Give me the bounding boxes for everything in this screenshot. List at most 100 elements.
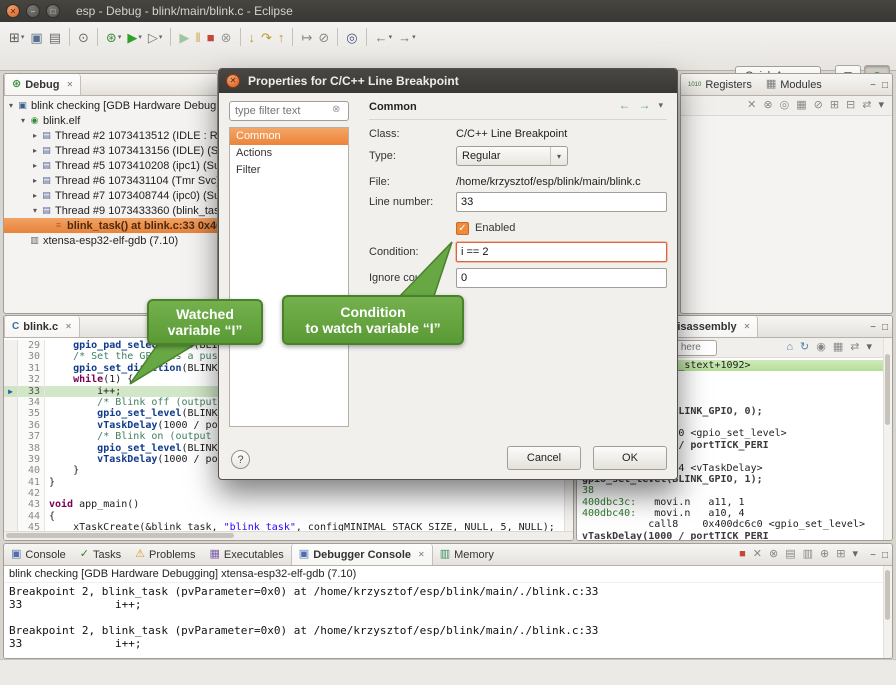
expand-arrow-icon[interactable]: ▸ bbox=[30, 131, 40, 140]
tab-tasks[interactable]: ✓Tasks bbox=[73, 544, 128, 565]
instruction-stepping-button[interactable]: ↦ bbox=[298, 29, 315, 46]
field-condition-input[interactable] bbox=[456, 242, 667, 262]
search-button[interactable]: ◎ bbox=[343, 29, 360, 46]
window-minimize-button[interactable]: − bbox=[26, 4, 40, 18]
ok-button[interactable]: OK bbox=[593, 446, 667, 470]
menu-icon[interactable]: ▾ bbox=[878, 100, 884, 111]
field-enabled-checkbox[interactable]: ✓ bbox=[456, 222, 469, 235]
save-button[interactable]: ▣ bbox=[27, 29, 45, 46]
field-type-dropdown[interactable]: Regular▾ bbox=[456, 146, 568, 166]
new-wizard-button[interactable]: ⊞▾ bbox=[6, 29, 27, 46]
window-maximize-button[interactable]: □ bbox=[46, 4, 60, 18]
pin-icon[interactable]: ⊕ bbox=[820, 549, 829, 560]
minimize-view-icon[interactable]: − bbox=[870, 322, 876, 333]
collapse-all-icon[interactable]: ⊟ bbox=[846, 100, 855, 111]
close-icon[interactable]: ✕ bbox=[66, 80, 73, 89]
debug-tree-item[interactable]: ▾▤Thread #9 1073433360 (blink_task bbox=[4, 203, 217, 218]
dialog-nav-actions[interactable]: Actions bbox=[230, 145, 348, 162]
resume-button[interactable]: ▶ bbox=[176, 29, 192, 46]
disassembly-vscrollbar[interactable] bbox=[883, 338, 892, 540]
debug-tree-item[interactable]: ▥xtensa-esp32-elf-gdb (7.10) bbox=[4, 233, 217, 248]
collapse-arrow-icon[interactable]: ▾ bbox=[6, 101, 16, 110]
minimize-view-icon[interactable]: − bbox=[870, 550, 876, 561]
debug-tree-item[interactable]: ▸▤Thread #3 1073413156 (IDLE) (Susp bbox=[4, 143, 217, 158]
disconnect-button[interactable]: ⊗ bbox=[218, 29, 235, 46]
terminate-button[interactable]: ■ bbox=[204, 29, 218, 46]
collapse-arrow-icon[interactable]: ▾ bbox=[18, 116, 28, 125]
window-close-button[interactable]: ✕ bbox=[6, 4, 20, 18]
editor-hscrollbar[interactable] bbox=[4, 531, 573, 540]
close-icon[interactable]: ✕ bbox=[65, 322, 72, 331]
home-icon[interactable]: ⌂ bbox=[786, 342, 793, 353]
console-vscrollbar[interactable] bbox=[883, 566, 892, 658]
tab-registers[interactable]: 1010Registers bbox=[681, 74, 759, 95]
opcodes-icon[interactable]: ▦ bbox=[833, 342, 843, 353]
filter-input[interactable] bbox=[229, 101, 349, 121]
maximize-view-icon[interactable]: □ bbox=[882, 550, 888, 561]
collapse-arrow-icon[interactable]: ▾ bbox=[30, 206, 40, 215]
goto-file-icon[interactable]: ▦ bbox=[796, 100, 806, 111]
debug-tree-item[interactable]: ▾◉blink.elf bbox=[4, 113, 217, 128]
refresh-icon[interactable]: ↻ bbox=[800, 342, 809, 353]
tab-blink-c[interactable]: C blink.c ✕ bbox=[4, 316, 80, 337]
field-line-number-input[interactable] bbox=[456, 192, 667, 212]
scroll-lock-icon[interactable]: ▥ bbox=[803, 549, 813, 560]
tab-executables[interactable]: ▦Executables bbox=[202, 544, 290, 565]
forward-button[interactable]: →▾ bbox=[395, 29, 419, 46]
dialog-nav-common[interactable]: Common bbox=[230, 128, 348, 145]
external-tools-button[interactable]: ▷▾ bbox=[145, 29, 166, 46]
close-icon[interactable]: ✕ bbox=[418, 550, 425, 559]
dialog-close-button[interactable]: ✕ bbox=[226, 74, 240, 88]
field-ignore-count-input[interactable] bbox=[456, 268, 667, 288]
tab-modules[interactable]: ▦Modules bbox=[759, 74, 829, 95]
lock-icon[interactable]: ◉ bbox=[816, 342, 826, 353]
step-return-button[interactable]: ↑ bbox=[275, 29, 288, 46]
skip-all-icon[interactable]: ⊘ bbox=[814, 100, 823, 111]
step-over-button[interactable]: ↷ bbox=[258, 29, 275, 46]
tab-problems[interactable]: ⚠Problems bbox=[128, 544, 202, 565]
debug-tree-item[interactable]: ≡blink_task() at blink.c:33 0x400db bbox=[4, 218, 217, 233]
suspend-button[interactable]: ‖ bbox=[192, 29, 203, 46]
sync-icon[interactable]: ⇄ bbox=[850, 342, 859, 353]
minimize-view-icon[interactable]: − bbox=[870, 80, 876, 91]
debug-button[interactable]: ⊛▾ bbox=[103, 29, 124, 46]
debug-tree-item[interactable]: ▸▤Thread #6 1073431104 (Tmr Svc) (S bbox=[4, 173, 217, 188]
menu-icon[interactable]: ▾ bbox=[866, 342, 872, 353]
debug-tree-item[interactable]: ▸▤Thread #2 1073413512 (IDLE : Runn bbox=[4, 128, 217, 143]
remove-all-icon[interactable]: ⊗ bbox=[763, 100, 772, 111]
link-icon[interactable]: ⇄ bbox=[862, 100, 871, 111]
window-titlebar[interactable]: ✕ − □ esp - Debug - blink/main/blink.c -… bbox=[0, 0, 896, 22]
terminate-icon[interactable]: ■ bbox=[739, 549, 746, 560]
console-output[interactable]: Breakpoint 2, blink_task (pvParameter=0x… bbox=[4, 583, 884, 658]
step-into-button[interactable]: ↓ bbox=[246, 29, 259, 46]
remove-icon[interactable]: ✕ bbox=[753, 549, 762, 560]
open-console-icon[interactable]: ⊞ bbox=[836, 549, 845, 560]
expand-arrow-icon[interactable]: ▸ bbox=[30, 146, 40, 155]
show-matching-icon[interactable]: ◎ bbox=[780, 100, 790, 111]
tab-memory[interactable]: ▥Memory bbox=[433, 544, 501, 565]
close-icon[interactable]: ✕ bbox=[744, 322, 751, 331]
back-button[interactable]: ←▾ bbox=[372, 29, 396, 46]
expand-all-icon[interactable]: ⊞ bbox=[830, 100, 839, 111]
chevron-down-icon[interactable]: ▾ bbox=[550, 147, 567, 165]
maximize-view-icon[interactable]: □ bbox=[882, 80, 888, 91]
expand-arrow-icon[interactable]: ▸ bbox=[30, 191, 40, 200]
run-button[interactable]: ▶▾ bbox=[124, 29, 145, 46]
maximize-view-icon[interactable]: □ bbox=[882, 322, 888, 333]
tab-debug[interactable]: ⊛ Debug ✕ bbox=[4, 74, 81, 95]
debug-tree-item[interactable]: ▾▣blink checking [GDB Hardware Debug bbox=[4, 98, 217, 113]
remove-all-icon[interactable]: ⊗ bbox=[769, 549, 778, 560]
tab-console[interactable]: ▣Console bbox=[4, 544, 73, 565]
skip-breakpoints-button[interactable]: ⊘ bbox=[315, 29, 332, 46]
tab-debugger-console[interactable]: ▣Debugger Console✕ bbox=[291, 544, 433, 565]
help-button[interactable]: ? bbox=[231, 450, 250, 469]
cancel-button[interactable]: Cancel bbox=[507, 446, 581, 470]
debug-tree-item[interactable]: ▸▤Thread #5 1073410208 (ipc1) (Susp bbox=[4, 158, 217, 173]
remove-icon[interactable]: ✕ bbox=[747, 100, 756, 111]
expand-arrow-icon[interactable]: ▸ bbox=[30, 161, 40, 170]
print-button[interactable]: ▤ bbox=[46, 29, 64, 46]
clear-filter-icon[interactable]: ⊗ bbox=[332, 104, 340, 115]
dialog-nav-filter[interactable]: Filter bbox=[230, 162, 348, 179]
expand-arrow-icon[interactable]: ▸ bbox=[30, 176, 40, 185]
clear-icon[interactable]: ▤ bbox=[785, 549, 795, 560]
